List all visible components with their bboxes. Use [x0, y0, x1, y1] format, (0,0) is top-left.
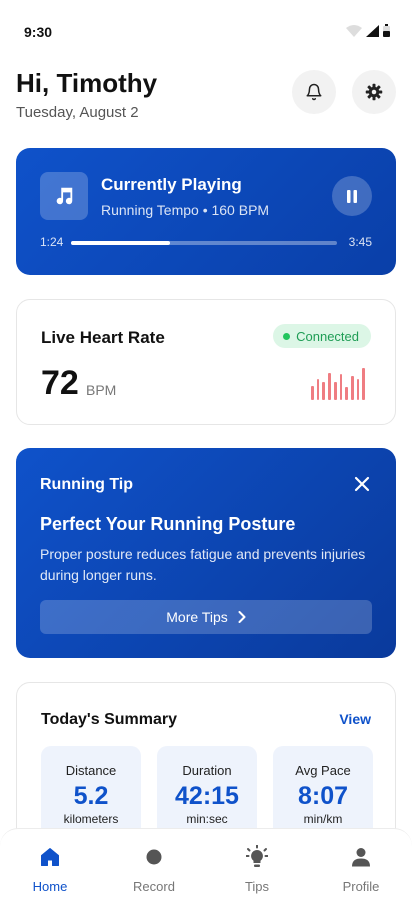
stat-label: Duration [182, 763, 232, 778]
current-date: Tuesday, August 2 [16, 104, 139, 121]
battery-icon [383, 24, 390, 37]
heart-rate-title: Live Heart Rate [41, 328, 165, 347]
greeting: Hi, Timothy [16, 68, 158, 98]
view-summary-link[interactable]: View [339, 711, 371, 727]
nav-label: Profile [342, 879, 380, 894]
stat-unit: min:sec [186, 812, 228, 826]
stat-label: Avg Pace [295, 763, 351, 778]
nav-item-profile[interactable]: Profile [321, 845, 401, 894]
more-tips-button[interactable]: More Tips [40, 600, 372, 634]
heart-rate-bar [322, 382, 326, 400]
notifications-button[interactable] [292, 70, 336, 114]
playback-progress-fill [71, 241, 171, 245]
bottom-navigation: Home Record Tips Profile [0, 828, 412, 917]
total-time: 3:45 [348, 235, 372, 249]
heart-rate-bar [350, 376, 354, 400]
heart-rate-bar [356, 379, 360, 400]
chevron-right-icon [238, 611, 246, 623]
playback-progress-bar[interactable] [71, 241, 337, 245]
stat-unit: kilometers [63, 812, 119, 826]
bell-icon [306, 83, 322, 101]
wifi-icon [346, 24, 362, 37]
status-icons [346, 24, 390, 37]
stat-value: 42:15 [175, 782, 239, 810]
nav-label: Record [133, 879, 175, 894]
close-icon [354, 476, 370, 492]
heart-rate-bar [339, 374, 343, 400]
current-time: 1:24 [40, 235, 64, 249]
signal-icon [366, 24, 379, 37]
tip-title: Perfect Your Running Posture [40, 514, 296, 534]
status-time: 9:30 [24, 24, 53, 40]
gear-icon [365, 83, 383, 101]
more-tips-label: More Tips [166, 609, 228, 625]
status-bar: 9:30 [0, 0, 412, 52]
status-dot-icon [283, 332, 291, 340]
track-info: Running Tempo • 160 BPM [101, 202, 270, 218]
close-tip-button[interactable] [350, 472, 374, 496]
heart-rate-bar [333, 382, 337, 400]
nav-item-tips[interactable]: Tips [217, 845, 297, 894]
stat-value: 5.2 [73, 782, 109, 810]
profile-icon [352, 848, 370, 867]
record-icon [146, 849, 162, 865]
settings-button[interactable] [352, 70, 396, 114]
stat-value: 8:07 [297, 782, 349, 810]
stat-label: Distance [65, 763, 117, 778]
pause-button[interactable] [332, 176, 372, 216]
player-title: Currently Playing [101, 175, 242, 194]
nav-label: Tips [244, 879, 270, 894]
heart-rate-bar [316, 379, 320, 400]
heart-rate-graph [311, 368, 366, 400]
connection-status-badge: Connected [273, 324, 371, 348]
heart-rate-unit: BPM [86, 382, 117, 398]
heart-rate-bar [345, 387, 348, 400]
nav-label: Home [32, 879, 68, 894]
now-playing-card[interactable]: Currently Playing Running Tempo • 160 BP… [16, 148, 396, 275]
tip-body: Proper posture reduces fatigue and preve… [40, 546, 366, 583]
heart-rate-card: Live Heart Rate Connected 72 BPM [16, 299, 396, 425]
pause-icon [347, 189, 357, 203]
heart-rate-value: 72 [41, 364, 79, 402]
nav-item-home[interactable]: Home [10, 845, 90, 894]
connection-status-label: Connected [296, 328, 359, 344]
tip-label: Running Tip [40, 476, 134, 493]
heart-rate-bar [311, 386, 314, 400]
music-note-icon [40, 172, 88, 220]
running-tip-card: Running Tip Perfect Your Running Posture… [16, 448, 396, 658]
stat-unit: min/km [303, 812, 343, 826]
nav-item-record[interactable]: Record [114, 845, 194, 894]
heart-rate-bar [328, 373, 331, 400]
home-icon [41, 848, 59, 866]
lightbulb-icon [246, 845, 268, 867]
heart-rate-bar [362, 368, 366, 400]
summary-title: Today's Summary [41, 711, 177, 728]
